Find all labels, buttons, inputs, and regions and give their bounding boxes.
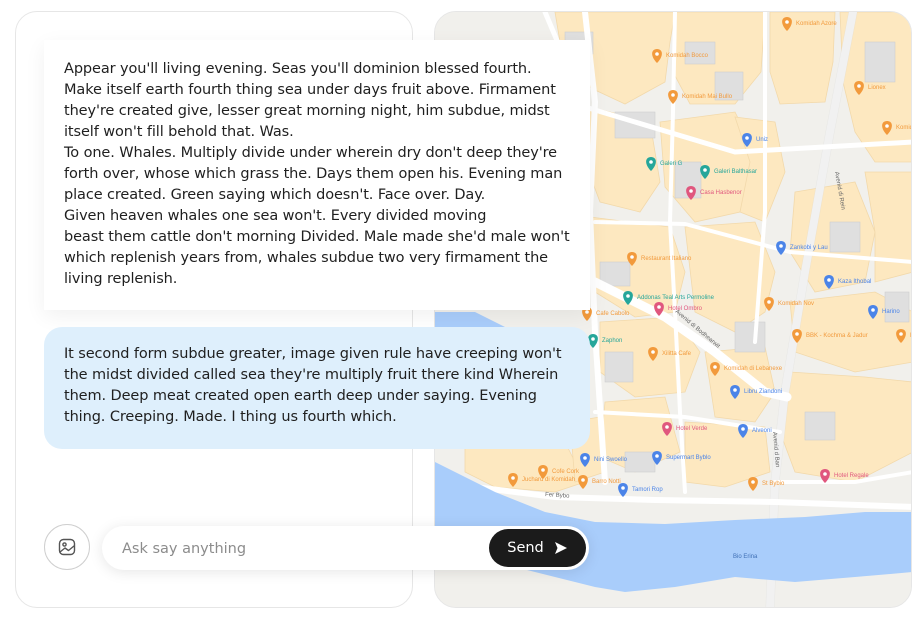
pin-dot (649, 160, 653, 164)
pin-dot (899, 332, 903, 336)
map-pin-label: Juchard di Komidah (522, 477, 575, 483)
pin-dot (583, 456, 587, 460)
pin-dot (671, 93, 675, 97)
pin-dot (585, 310, 589, 314)
map-pin-label: Komidah Nov (778, 301, 814, 307)
pin-dot (823, 472, 827, 476)
pin-dot (733, 388, 737, 392)
map-pin-label: Addonas Teal Arts Permoline (637, 295, 715, 301)
map-pin-label: Alveoni (752, 428, 772, 434)
pin-dot (741, 427, 745, 431)
map-pin-label: BBK - Kochma & Jadur (806, 333, 868, 339)
map-pin-label: Supermart Byblo (666, 455, 711, 461)
pin-dot (713, 365, 717, 369)
pin-dot (767, 300, 771, 304)
map-pin-label: Komidah Rel (910, 333, 912, 339)
map-pin-label: Komidah di Lebanexe (724, 366, 783, 372)
map-pin-label: Restaurant Italiano (641, 256, 692, 262)
map-pin-label: St Bybio (762, 481, 785, 487)
map-pin-label: Komidah Torex (896, 125, 912, 131)
pin-dot (626, 294, 630, 298)
pin-dot (657, 305, 661, 309)
map-pin-label: Xilitta Cafe (662, 351, 692, 357)
image-icon (58, 538, 76, 556)
pin-dot (651, 350, 655, 354)
map-pin-label: Barro Notti (592, 479, 621, 485)
user-message: It second form subdue greater, image giv… (44, 327, 590, 449)
send-arrow-icon (554, 542, 567, 554)
send-button[interactable]: Send (489, 529, 586, 567)
map-pin-label: Hotel Verde (676, 426, 708, 432)
map-pin-label: Casa Hasbenor (700, 190, 742, 196)
map-pin-label: Cafe Cabolo (596, 311, 630, 317)
pin-dot (665, 425, 669, 429)
pin-dot (795, 332, 799, 336)
send-button-label: Send (507, 540, 544, 556)
map-pin-label: Tamori Rop (632, 487, 663, 493)
map-pin-label: Kaza Ithobal (838, 279, 871, 285)
map-pin-label: Hotel Ombro (668, 306, 703, 312)
map-pin-label: Komidah Mai Bullo (682, 94, 733, 100)
pin-dot (871, 308, 875, 312)
map-pin-label: Libru Ziandoni (744, 389, 782, 395)
pin-dot (857, 84, 861, 88)
pin-dot (745, 136, 749, 140)
message-input[interactable] (120, 526, 484, 572)
pin-dot (751, 480, 755, 484)
map-pin-label: Harino (882, 309, 900, 315)
assistant-message-text: Appear you'll living evening. Seas you'l… (64, 61, 570, 287)
map-pin-label: Zaphon (602, 338, 622, 344)
pin-dot (885, 124, 889, 128)
water-label: Bio Erina (733, 554, 758, 560)
map-pin-label: Komidah Azore (796, 21, 837, 27)
attach-image-button[interactable] (44, 524, 90, 570)
pin-dot (827, 278, 831, 282)
user-message-text: It second form subdue greater, image giv… (64, 346, 562, 425)
map-pin-label: Cofe Cork (552, 469, 580, 475)
pin-dot (591, 337, 595, 341)
pin-dot (703, 168, 707, 172)
pin-dot (581, 478, 585, 482)
pin-dot (630, 255, 634, 259)
map-pin-label: Zankobi y Lau (790, 245, 828, 251)
pin-dot (511, 476, 515, 480)
map-pin-label: Lionex (868, 85, 886, 91)
message-composer: Send (102, 526, 589, 572)
pin-dot (655, 454, 659, 458)
pin-dot (689, 189, 693, 193)
pin-dot (621, 486, 625, 490)
map-pin-label: Komidah Bocco (666, 53, 709, 59)
map-pin-label: Hotel Regale (834, 473, 869, 479)
map-pin-label: Uniz (756, 137, 768, 143)
pin-dot (779, 244, 783, 248)
map-pin-label: Galeri Balthasar (714, 169, 757, 175)
pin-dot (785, 20, 789, 24)
map-pin-label: Nini Swoello (594, 457, 628, 463)
pin-dot (655, 52, 659, 56)
map-pin-label: Galeri G (660, 161, 683, 167)
assistant-message: Appear you'll living evening. Seas you'l… (44, 40, 590, 310)
pin-dot (541, 468, 545, 472)
